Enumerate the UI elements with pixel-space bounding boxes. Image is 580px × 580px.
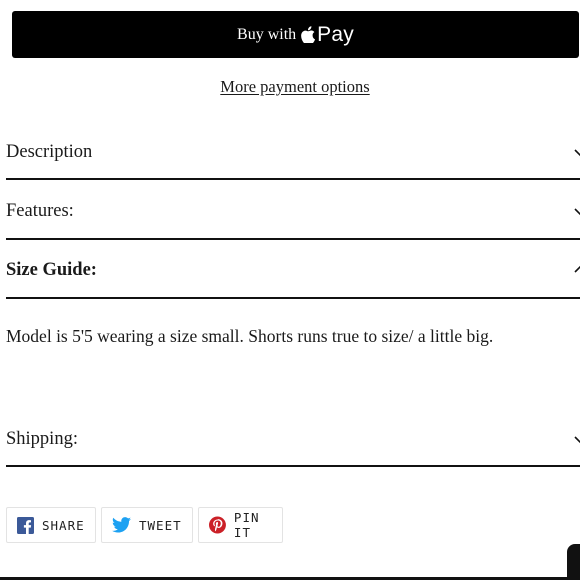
accordion-description[interactable]: Description: [6, 134, 580, 174]
apple-logo-icon: [301, 26, 316, 44]
chevron-up-icon: [574, 264, 580, 276]
accordion-features[interactable]: Features:: [6, 193, 580, 233]
facebook-share-label: SHARE: [42, 517, 85, 533]
floating-widget-edge[interactable]: [567, 544, 580, 580]
accordion-divider: [6, 238, 580, 240]
pinterest-pin-button[interactable]: PIN IT: [198, 507, 283, 543]
buy-with-label: Buy with: [237, 25, 297, 43]
pinterest-pin-label: PIN IT: [233, 510, 260, 540]
accordion-divider: [6, 297, 580, 299]
accordion-label: Shipping:: [6, 429, 78, 449]
facebook-icon: [17, 516, 34, 534]
apple-pay-button[interactable]: Buy with Pay: [12, 11, 579, 58]
chevron-down-icon: [574, 433, 580, 445]
twitter-tweet-label: TWEET: [139, 517, 182, 533]
accordion-size-guide[interactable]: Size Guide:: [6, 252, 580, 292]
accordion-label: Features:: [6, 201, 74, 221]
twitter-icon: [112, 517, 131, 533]
pinterest-icon: [209, 516, 226, 534]
accordion-label: Description: [6, 142, 93, 162]
accordion-divider: [6, 465, 580, 467]
accordion-label: Size Guide:: [6, 260, 97, 280]
chevron-down-icon: [574, 146, 580, 158]
twitter-tweet-button[interactable]: TWEET: [101, 507, 193, 543]
more-payment-options-link[interactable]: More payment options: [0, 77, 580, 97]
pay-label: Pay: [317, 22, 354, 46]
chevron-down-icon: [574, 205, 580, 217]
facebook-share-button[interactable]: SHARE: [6, 507, 96, 543]
accordion-divider: [6, 178, 580, 180]
size-guide-content: Model is 5'5 wearing a size small. Short…: [6, 326, 494, 346]
accordion-shipping[interactable]: Shipping:: [6, 421, 580, 461]
